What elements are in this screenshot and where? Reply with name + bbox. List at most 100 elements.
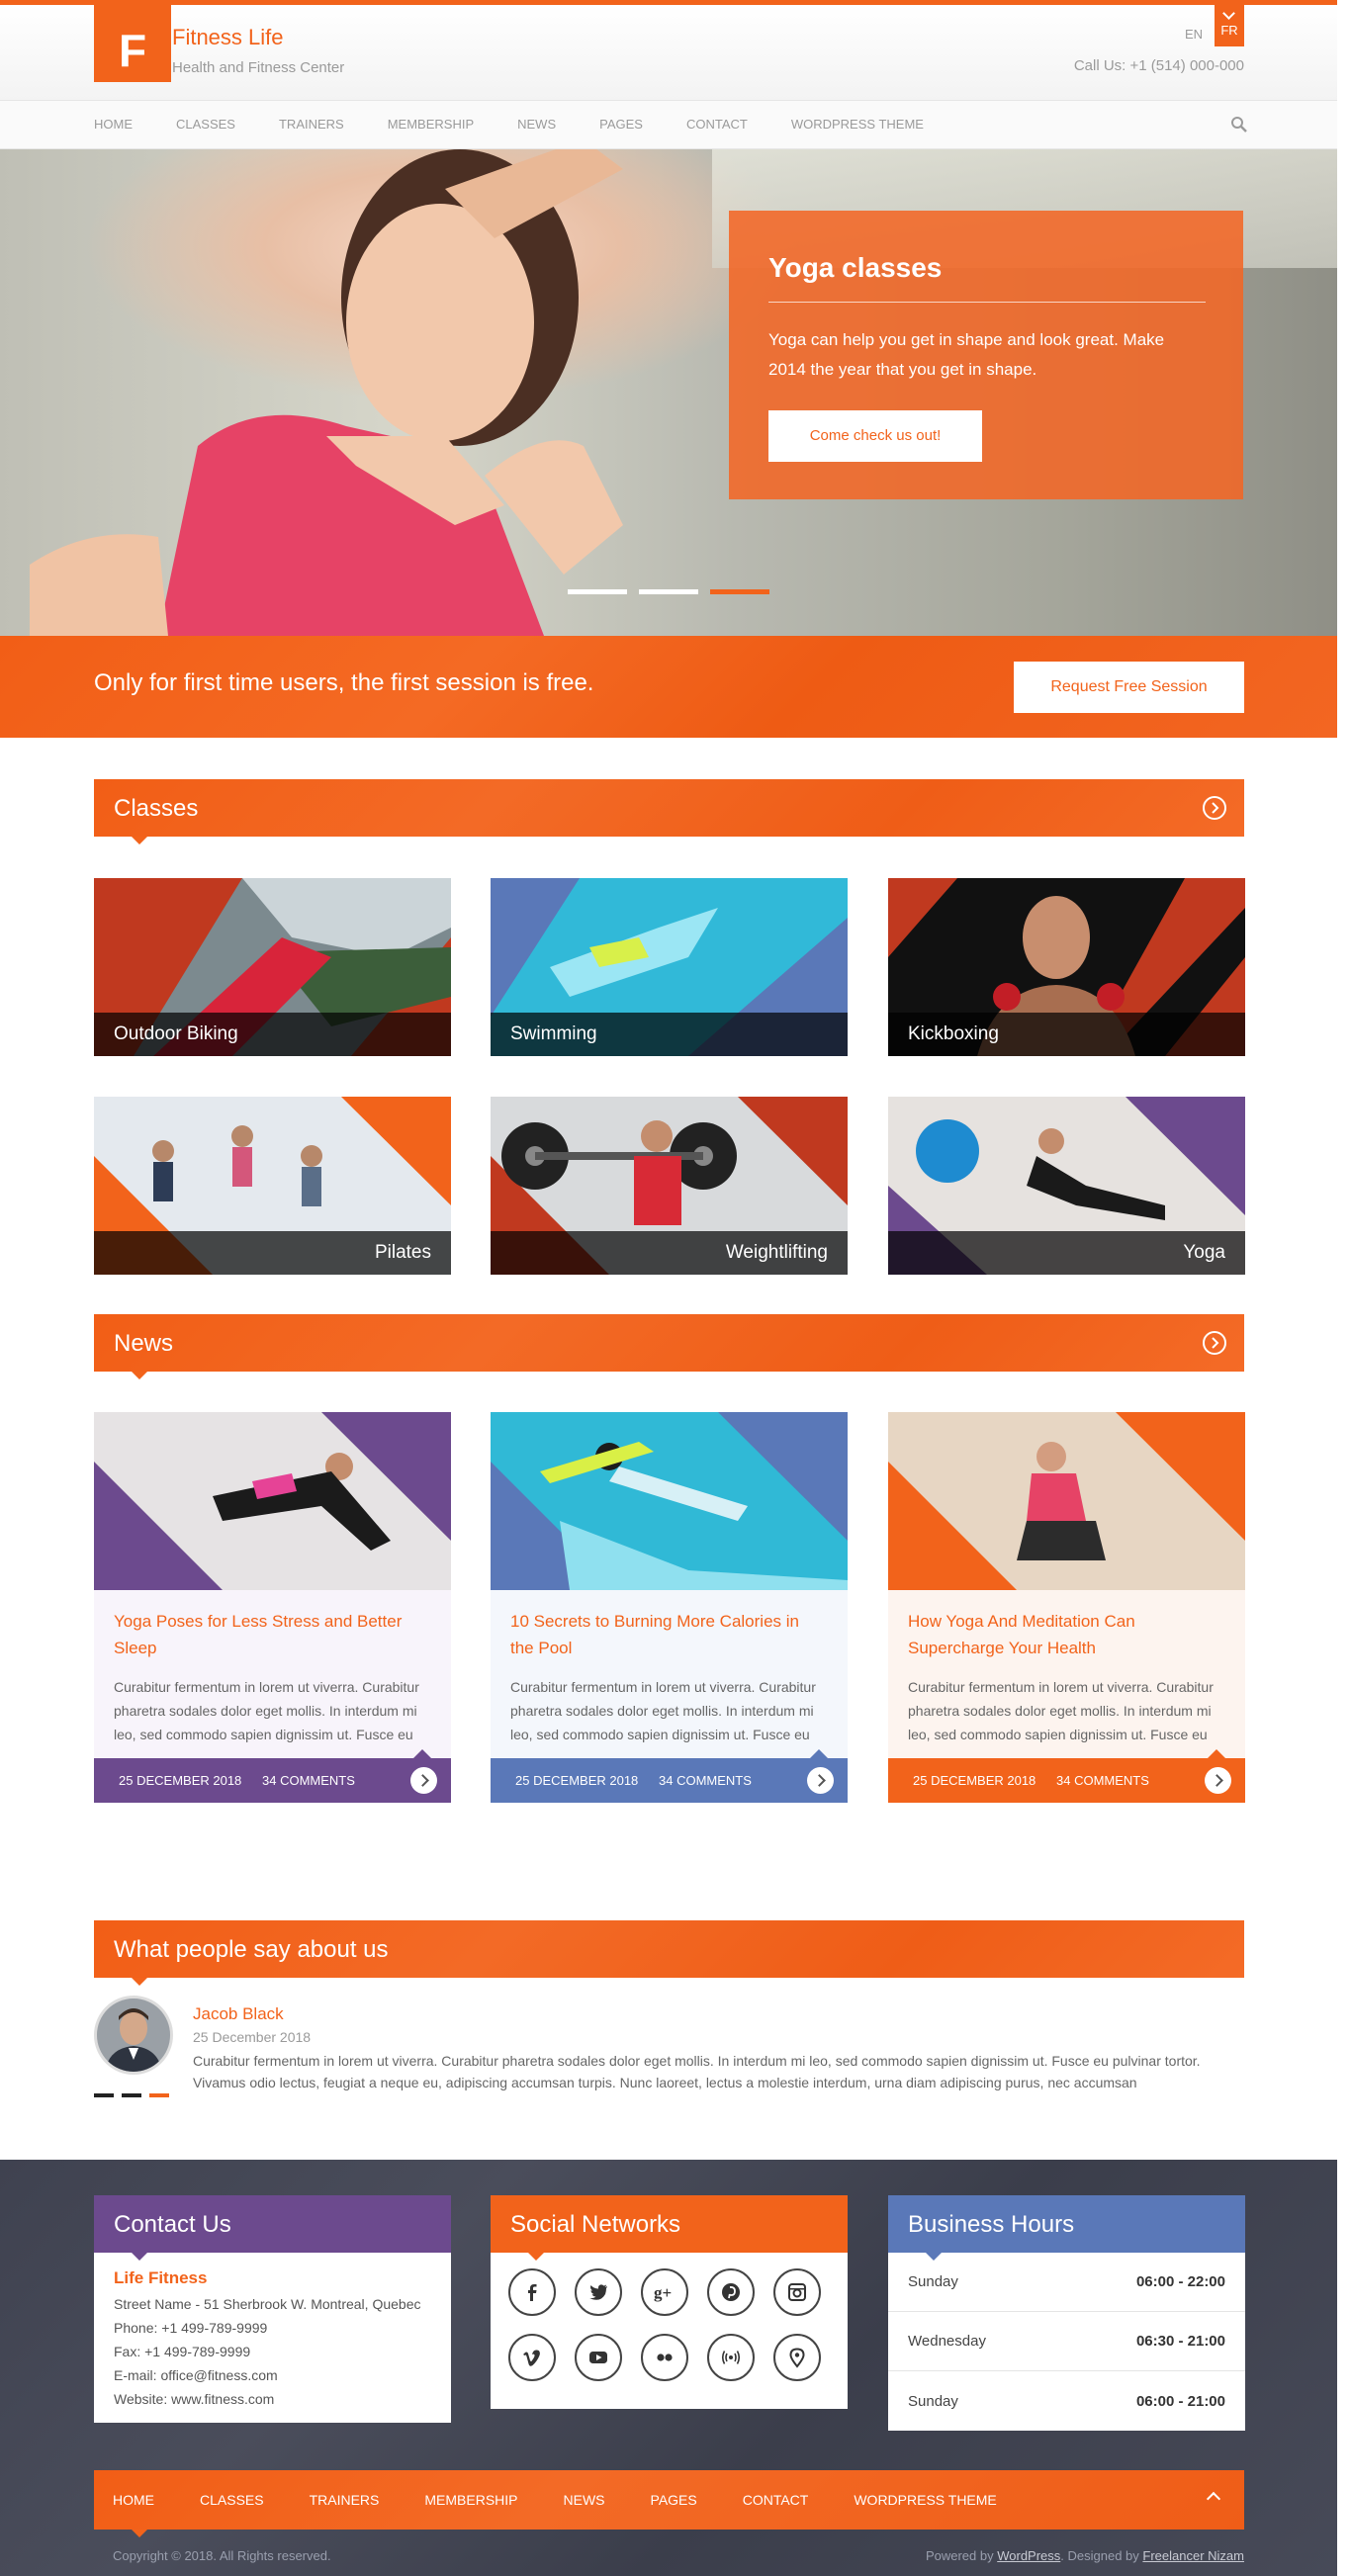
- class-card-weightlifting[interactable]: Weightlifting: [491, 1097, 848, 1275]
- news-header: News: [94, 1314, 1244, 1379]
- slider-dot-active[interactable]: [710, 589, 769, 594]
- search-icon[interactable]: [1230, 116, 1248, 133]
- free-session-text: Only for first time users, the first ses…: [94, 669, 594, 696]
- nav-item-pages[interactable]: PAGES: [599, 101, 643, 150]
- contact-widget: Contact Us Life Fitness Street Name - 51…: [94, 2195, 451, 2423]
- facebook-icon[interactable]: [508, 2268, 556, 2316]
- instagram-icon[interactable]: [773, 2268, 821, 2316]
- hours-row: Sunday 06:00 - 21:00: [888, 2371, 1245, 2431]
- rss-icon[interactable]: [707, 2334, 755, 2381]
- designer-link[interactable]: Freelancer Nizam: [1142, 2548, 1244, 2563]
- google-plus-icon[interactable]: g+: [641, 2268, 688, 2316]
- news-body: How Yoga And Meditation Can Supercharge …: [888, 1590, 1245, 1758]
- news-image: [94, 1412, 451, 1590]
- arrow-circle-right-icon[interactable]: [1202, 1330, 1227, 1356]
- testimonial: Jacob Black 25 December 2018 Curabitur f…: [94, 1996, 1244, 2104]
- nav-item-classes[interactable]: CLASSES: [176, 101, 235, 150]
- chevron-up-icon[interactable]: [1206, 2491, 1221, 2507]
- wordpress-link[interactable]: WordPress: [997, 2548, 1060, 2563]
- chevron-right-icon[interactable]: [807, 1767, 834, 1794]
- hours-day: Sunday: [908, 2273, 958, 2290]
- classes-header: Classes: [94, 779, 1244, 844]
- testimonial-dot-active[interactable]: [149, 2093, 169, 2097]
- hours-time: 06:00 - 21:00: [1135, 2392, 1225, 2410]
- testimonial-dot[interactable]: [122, 2093, 141, 2097]
- copyright: Copyright © 2018. All Rights reserved.: [113, 2548, 331, 2563]
- request-free-session-button[interactable]: Request Free Session: [1014, 662, 1244, 713]
- news-date: 25 DECEMBER 2018: [119, 1773, 242, 1788]
- site-header: F Fitness Life Health and Fitness Center…: [0, 5, 1337, 100]
- class-label: Yoga: [888, 1231, 1245, 1275]
- footer-nav-pages[interactable]: PAGES: [651, 2470, 697, 2530]
- class-card-pilates[interactable]: Pilates: [94, 1097, 451, 1275]
- news-excerpt: Curabitur fermentum in lorem ut viverra.…: [908, 1679, 1214, 1742]
- footer-nav-news[interactable]: NEWS: [564, 2470, 605, 2530]
- class-card-kickboxing[interactable]: Kickboxing: [888, 878, 1245, 1056]
- class-card-yoga[interactable]: Yoga: [888, 1097, 1245, 1275]
- contact-website[interactable]: Website: www.fitness.com: [114, 2387, 431, 2423]
- contact-email[interactable]: E-mail: office@fitness.com: [114, 2363, 431, 2387]
- hours-time: 06:00 - 22:00: [1135, 2273, 1225, 2290]
- classes-title: Classes: [114, 795, 199, 822]
- powered-by: Powered by WordPress. Designed by Freela…: [926, 2548, 1244, 2563]
- svg-text:g+: g+: [654, 2283, 672, 2302]
- slider-dot[interactable]: [639, 589, 698, 594]
- flickr-icon[interactable]: [641, 2334, 688, 2381]
- news-card[interactable]: How Yoga And Meditation Can Supercharge …: [888, 1412, 1245, 1803]
- hero-slider: Yoga classes Yoga can help you get in sh…: [0, 149, 1337, 636]
- site-tagline: Health and Fitness Center: [172, 59, 345, 76]
- contact-street: Street Name - 51 Sherbrook W. Montreal, …: [114, 2296, 421, 2312]
- powered-prefix: Powered by: [925, 2548, 994, 2563]
- nav-item-news[interactable]: NEWS: [517, 101, 556, 150]
- hero-divider: [768, 302, 1206, 303]
- news-comments[interactable]: 34 COMMENTS: [262, 1773, 355, 1788]
- footer-nav-trainers[interactable]: TRAINERS: [310, 2470, 380, 2530]
- hero-cta-button[interactable]: Come check us out!: [768, 410, 982, 462]
- news-title[interactable]: 10 Secrets to Burning More Calories in t…: [510, 1608, 827, 1661]
- news-title: News: [114, 1330, 174, 1357]
- nav-item-home[interactable]: HOME: [94, 101, 133, 150]
- arrow-circle-right-icon[interactable]: [1202, 795, 1227, 821]
- language-en[interactable]: EN: [1179, 23, 1209, 46]
- twitter-icon[interactable]: [575, 2268, 622, 2316]
- nav-item-membership[interactable]: MEMBERSHIP: [388, 101, 474, 150]
- nav-item-contact[interactable]: CONTACT: [686, 101, 748, 150]
- youtube-icon[interactable]: [575, 2334, 622, 2381]
- chevron-right-icon[interactable]: [410, 1767, 437, 1794]
- class-card-outdoor-biking[interactable]: Outdoor Biking: [94, 878, 451, 1056]
- news-comments[interactable]: 34 COMMENTS: [1056, 1773, 1149, 1788]
- nav-item-trainers[interactable]: TRAINERS: [279, 101, 344, 150]
- hours-time: 06:30 - 21:00: [1135, 2333, 1225, 2350]
- slider-dot[interactable]: [568, 589, 627, 594]
- footer-nav-contact[interactable]: CONTACT: [743, 2470, 809, 2530]
- avatar: [94, 1996, 173, 2075]
- contact-fax: Fax: +1 499-789-9999: [114, 2344, 251, 2359]
- class-label: Weightlifting: [491, 1231, 848, 1275]
- news-meta: 25 DECEMBER 2018 34 COMMENTS: [888, 1749, 1245, 1803]
- vimeo-icon[interactable]: [508, 2334, 556, 2381]
- news-comments[interactable]: 34 COMMENTS: [659, 1773, 752, 1788]
- testimonial-dot[interactable]: [94, 2093, 114, 2097]
- footer-nav-membership[interactable]: MEMBERSHIP: [424, 2470, 517, 2530]
- news-image: [888, 1412, 1245, 1590]
- pinterest-icon[interactable]: [707, 2268, 755, 2316]
- nav-item-wordpress-theme[interactable]: WORDPRESS THEME: [791, 101, 924, 150]
- language-fr[interactable]: FR: [1215, 5, 1244, 46]
- site-name[interactable]: Fitness Life: [172, 25, 284, 50]
- news-title[interactable]: How Yoga And Meditation Can Supercharge …: [908, 1608, 1224, 1661]
- news-card[interactable]: 10 Secrets to Burning More Calories in t…: [491, 1412, 848, 1803]
- news-excerpt: Curabitur fermentum in lorem ut viverra.…: [114, 1679, 419, 1742]
- footer-nav-wordpress-theme[interactable]: WORDPRESS THEME: [854, 2470, 996, 2530]
- news-body: Yoga Poses for Less Stress and Better Sl…: [94, 1590, 451, 1758]
- footer-nav: HOME CLASSES TRAINERS MEMBERSHIP NEWS PA…: [94, 2470, 1244, 2537]
- class-card-swimming[interactable]: Swimming: [491, 878, 848, 1056]
- testimonial-author[interactable]: Jacob Black: [193, 2004, 284, 2024]
- chevron-right-icon[interactable]: [1205, 1767, 1231, 1794]
- news-title[interactable]: Yoga Poses for Less Stress and Better Sl…: [114, 1608, 430, 1661]
- logo[interactable]: F: [94, 5, 171, 82]
- footer-nav-classes[interactable]: CLASSES: [200, 2470, 264, 2530]
- location-pin-icon[interactable]: [773, 2334, 821, 2381]
- free-session-banner: Only for first time users, the first ses…: [0, 636, 1337, 738]
- news-card[interactable]: Yoga Poses for Less Stress and Better Sl…: [94, 1412, 451, 1803]
- footer-nav-home[interactable]: HOME: [113, 2470, 154, 2530]
